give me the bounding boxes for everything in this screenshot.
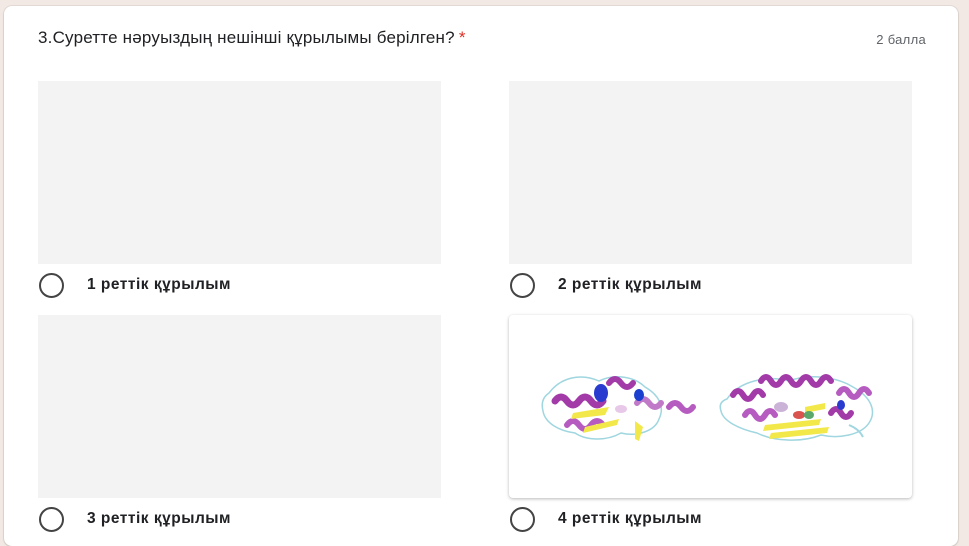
protein-structure-image [509, 315, 912, 498]
option-3[interactable]: 3 реттік құрылым [38, 315, 441, 532]
option-4[interactable]: 4 реттік құрылым [509, 315, 912, 532]
question-title: 3.Суретте нәруыздың нешінші құрылымы бер… [38, 28, 466, 48]
question-text: 3.Суретте нәруыздың нешінші құрылымы бер… [38, 28, 455, 47]
question-card: 3.Суретте нәруыздың нешінші құрылымы бер… [4, 6, 958, 546]
required-asterisk: * [458, 28, 466, 47]
radio-option-2[interactable] [510, 272, 535, 298]
option-image-placeholder [38, 315, 441, 498]
option-label: 3 реттік құрылым [87, 510, 231, 527]
option-image-placeholder [509, 81, 912, 264]
option-label: 4 реттік құрылым [558, 510, 702, 527]
option-1[interactable]: 1 реттік құрылым [38, 81, 441, 298]
protein-illustration [541, 374, 874, 441]
points-label: 2 балла [876, 32, 926, 47]
option-image-placeholder [38, 81, 441, 264]
option-label: 1 реттік құрылым [87, 276, 231, 293]
option-label: 2 реттік құрылым [558, 276, 702, 293]
radio-option-3[interactable] [39, 506, 64, 532]
radio-option-4[interactable] [510, 506, 535, 532]
radio-option-1[interactable] [39, 272, 64, 298]
option-2[interactable]: 2 реттік құрылым [509, 81, 912, 298]
